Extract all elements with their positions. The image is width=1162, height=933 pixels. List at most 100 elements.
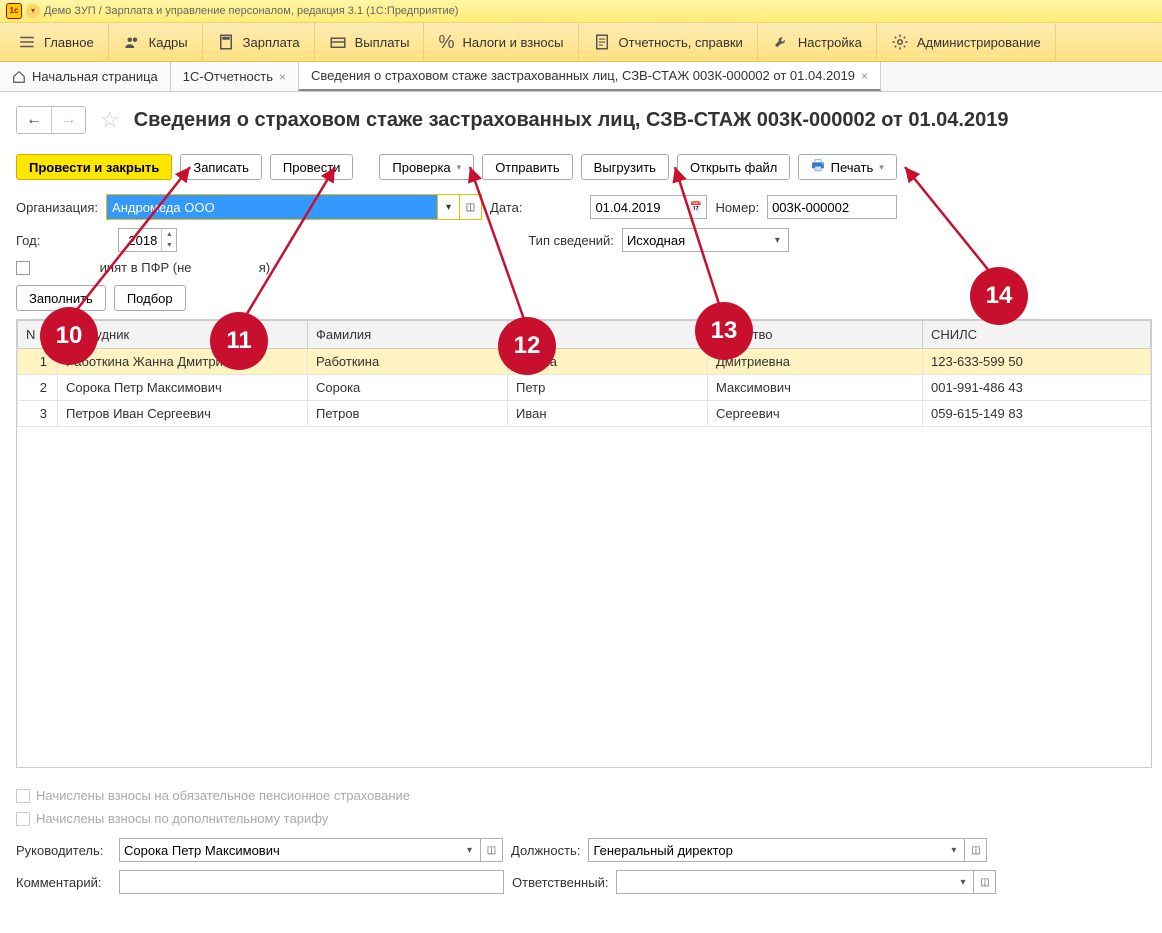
annotation-badge-14: 14	[970, 267, 1028, 325]
favorite-star-icon[interactable]: ☆	[100, 107, 120, 133]
close-icon[interactable]: ×	[861, 69, 868, 83]
nav-history: ← →	[16, 106, 86, 134]
resp-label: Ответственный:	[512, 875, 608, 890]
page-title: Сведения о страховом стаже застрахованны…	[134, 109, 1009, 132]
tab-document[interactable]: Сведения о страховом стаже застрахованны…	[299, 62, 881, 91]
extra-tariff-label: Начислены взносы по дополнительному тари…	[36, 811, 328, 826]
dropdown-icon[interactable]: ▾	[943, 838, 965, 862]
year-stepper[interactable]: ▲ ▼	[118, 228, 177, 252]
menu-settings[interactable]: Настройка	[758, 22, 877, 62]
menu-payments[interactable]: Выплаты	[315, 22, 425, 62]
tabs-bar: Начальная страница 1С-Отчетность × Сведе…	[0, 62, 1162, 92]
menu-salary[interactable]: Зарплата	[203, 22, 315, 62]
post-field[interactable]: ▾ ◫	[588, 838, 987, 862]
organization-label: Организация:	[16, 200, 98, 215]
menu-reports[interactable]: Отчетность, справки	[579, 22, 758, 62]
users-icon	[123, 33, 141, 51]
year-label: Год:	[16, 233, 40, 248]
open-file-button[interactable]: Открыть файл	[677, 154, 790, 180]
table-row[interactable]: 3Петров Иван СергеевичПетровИванСергееви…	[18, 401, 1151, 427]
dropdown-icon[interactable]: ▾	[437, 195, 459, 219]
accepted-label-part2: я)	[259, 260, 270, 275]
employee-table: N Сотрудник Фамилия Имя Отчество СНИЛС 1…	[16, 319, 1152, 768]
menu-burger[interactable]: Главное	[4, 22, 109, 62]
col-lastname[interactable]: Фамилия	[308, 321, 508, 349]
document-icon	[593, 33, 611, 51]
date-field[interactable]: 📅	[590, 195, 707, 219]
calculator-icon	[217, 33, 235, 51]
calendar-icon[interactable]: 📅	[685, 195, 707, 219]
comment-label: Комментарий:	[16, 875, 111, 890]
resp-field[interactable]: ▾ ◫	[616, 870, 996, 894]
head-field[interactable]: ▾ ◫	[119, 838, 503, 862]
info-type-label: Тип сведений:	[528, 233, 614, 248]
dropdown-icon[interactable]: ▾	[26, 4, 40, 18]
nav-forward-button[interactable]: →	[51, 107, 85, 133]
post-button[interactable]: Провести	[270, 154, 354, 180]
menu-admin[interactable]: Администрирование	[877, 22, 1056, 62]
tab-start[interactable]: Начальная страница	[0, 62, 171, 91]
home-icon	[12, 70, 26, 84]
menu-hr[interactable]: Кадры	[109, 22, 203, 62]
table-row[interactable]: 1Работкина Жанна ДмитриевнаРаботкинаЖанн…	[18, 349, 1151, 375]
pension-checkbox	[16, 789, 30, 803]
wrench-icon	[772, 33, 790, 51]
post-label: Должность:	[511, 843, 580, 858]
menu-home-label: Главное	[44, 35, 94, 50]
export-button[interactable]: Выгрузить	[581, 154, 669, 180]
pension-label: Начислены взносы на обязательное пенсион…	[36, 788, 410, 803]
accepted-label-part1: инят в ПФР (не	[100, 260, 192, 275]
resp-input[interactable]	[616, 870, 952, 894]
table-row[interactable]: 2Сорока Петр МаксимовичСорокаПетрМаксимо…	[18, 375, 1151, 401]
select-button[interactable]: Подбор	[114, 285, 186, 311]
organization-field[interactable]: Андромеда ООО ▾ ◫	[106, 194, 482, 220]
number-label: Номер:	[715, 200, 759, 215]
print-button[interactable]: 🖶Печать▾	[798, 154, 896, 180]
send-button[interactable]: Отправить	[482, 154, 572, 180]
post-input[interactable]	[588, 838, 943, 862]
dropdown-icon[interactable]: ▾	[767, 228, 789, 252]
info-type-input[interactable]	[622, 228, 767, 252]
post-and-close-button[interactable]: Провести и закрыть	[16, 154, 172, 180]
annotation-badge-10: 10	[40, 307, 98, 365]
menu-taxes[interactable]: % Налоги и взносы	[424, 22, 578, 62]
open-icon[interactable]: ◫	[965, 838, 987, 862]
gear-icon	[891, 33, 909, 51]
document-content: ← → ☆ Сведения о страховом стаже застрах…	[0, 92, 1162, 778]
open-icon[interactable]: ◫	[481, 838, 503, 862]
number-input[interactable]	[767, 195, 897, 219]
date-input[interactable]	[590, 195, 685, 219]
window-title: Демо ЗУП / Зарплата и управление персона…	[44, 0, 458, 22]
year-down[interactable]: ▼	[162, 240, 176, 251]
head-label: Руководитель:	[16, 843, 111, 858]
annotation-badge-12: 12	[498, 317, 556, 375]
open-icon[interactable]: ◫	[459, 195, 481, 219]
accepted-checkbox[interactable]	[16, 261, 30, 275]
annotation-badge-11: 11	[210, 312, 268, 370]
bottom-block: Начислены взносы на обязательное пенсион…	[0, 778, 1162, 912]
info-type-field[interactable]: ▾	[622, 228, 789, 252]
dropdown-icon[interactable]: ▾	[459, 838, 481, 862]
tab-reporting[interactable]: 1С-Отчетность ×	[171, 62, 299, 91]
nav-back-button[interactable]: ←	[17, 107, 51, 133]
head-input[interactable]	[119, 838, 459, 862]
annotation-badge-13: 13	[695, 302, 753, 360]
col-snils[interactable]: СНИЛС	[923, 321, 1151, 349]
app-1c-icon: 1c	[6, 3, 22, 19]
close-icon[interactable]: ×	[279, 70, 286, 84]
table-empty-area[interactable]	[17, 427, 1151, 767]
comment-input[interactable]	[119, 870, 504, 894]
organization-value[interactable]: Андромеда ООО	[107, 195, 437, 219]
year-up[interactable]: ▲	[162, 229, 176, 240]
wallet-icon	[329, 33, 347, 51]
check-button[interactable]: Проверка▾	[379, 154, 474, 180]
dropdown-icon[interactable]: ▾	[952, 870, 974, 894]
menu-icon	[18, 33, 36, 51]
main-menu: Главное Кадры Зарплата Выплаты % Налоги …	[0, 22, 1162, 62]
date-label: Дата:	[490, 200, 522, 215]
window-titlebar: 1c ▾ Демо ЗУП / Зарплата и управление пе…	[0, 0, 1162, 22]
chevron-down-icon: ▾	[457, 162, 462, 173]
open-icon[interactable]: ◫	[974, 870, 996, 894]
year-input[interactable]	[119, 229, 161, 251]
save-button[interactable]: Записать	[180, 154, 262, 180]
